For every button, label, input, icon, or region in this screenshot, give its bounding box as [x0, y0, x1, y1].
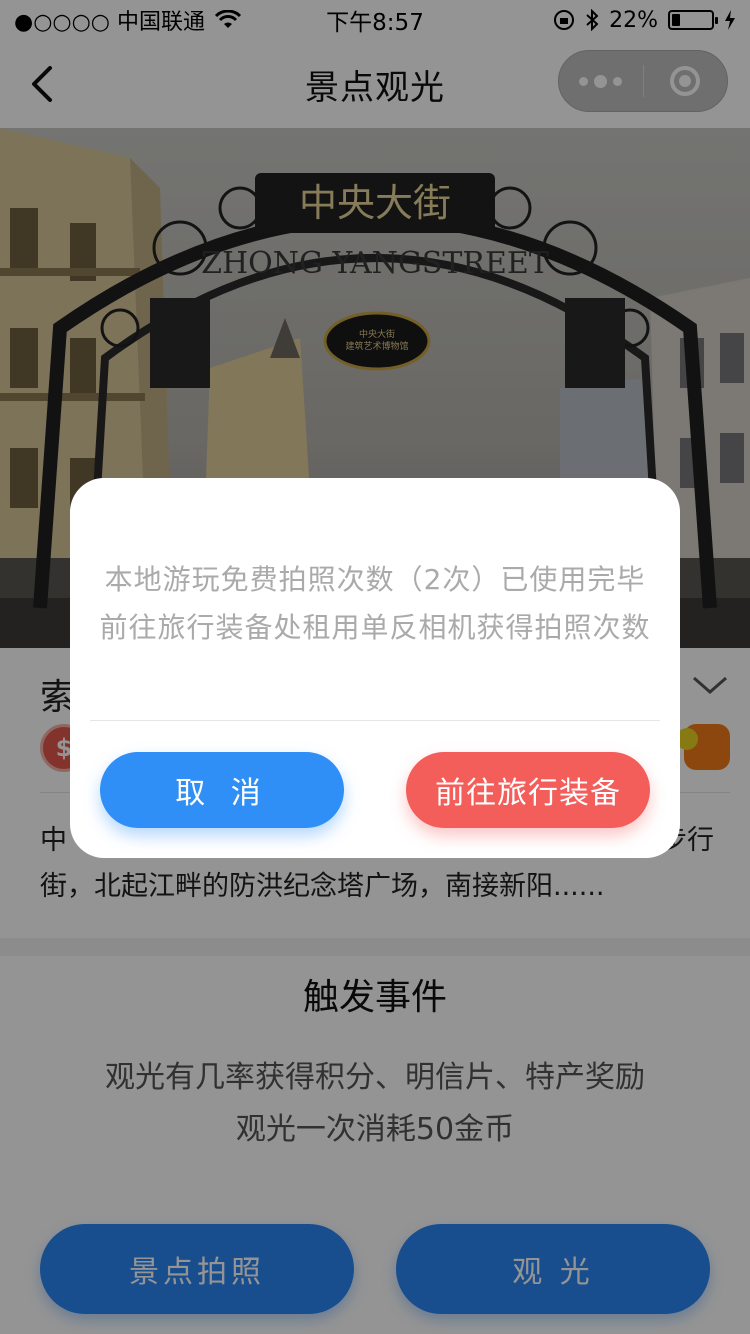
dialog-message-line-2: 前往旅行装备处租用单反相机获得拍照次数 — [99, 611, 651, 644]
dialog-message-line-1: 本地游玩免费拍照次数（2次）已使用完毕 — [104, 563, 646, 596]
go-travel-gear-button[interactable]: 前往旅行装备 — [406, 752, 650, 828]
photo-limit-dialog: 本地游玩免费拍照次数（2次）已使用完毕 前往旅行装备处租用单反相机获得拍照次数 … — [70, 478, 680, 858]
dialog-divider — [90, 720, 660, 721]
cancel-button[interactable]: 取 消 — [100, 752, 344, 828]
